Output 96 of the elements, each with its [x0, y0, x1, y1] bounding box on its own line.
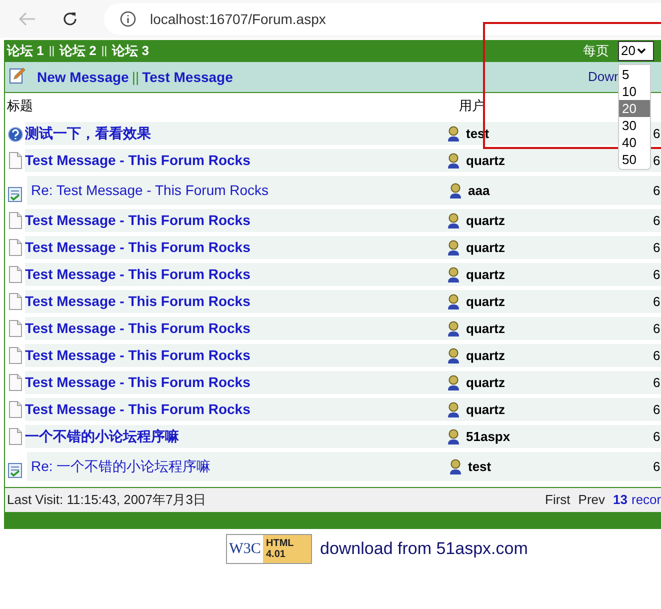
option-item[interactable]: 40: [619, 134, 650, 151]
download-text: download from 51aspx.com: [320, 538, 528, 560]
message-title[interactable]: Test Message - This Forum Rocks: [25, 264, 447, 285]
user-name: aaa: [468, 182, 491, 200]
user-icon: [447, 152, 460, 168]
message-title[interactable]: Test Message - This Forum Rocks: [25, 237, 447, 258]
message-title[interactable]: Test Message - This Forum Rocks: [25, 318, 447, 339]
option-item[interactable]: 30: [619, 117, 650, 134]
per-page-label: 每页: [583, 42, 609, 60]
user-icon: [449, 182, 462, 198]
user-name: quartz: [466, 400, 506, 419]
message-title[interactable]: Test Message - This Forum Rocks: [25, 150, 447, 171]
badge-text: 4.01: [266, 549, 286, 560]
user-icon: [447, 320, 460, 336]
document-icon: [8, 401, 22, 418]
user-icon: [447, 126, 460, 142]
column-header: 标题: [7, 96, 34, 115]
table-cell-text: 6: [653, 266, 660, 284]
user-name: 51aspx: [466, 428, 512, 446]
document-icon: [8, 212, 22, 229]
document-icon: [8, 428, 22, 445]
toolbar-link[interactable]: Test Message: [142, 66, 233, 88]
help-icon: [8, 127, 22, 142]
record-count: 13: [613, 491, 628, 510]
message-title[interactable]: Test Message - This Forum Rocks: [25, 372, 447, 393]
table-cell-text: 6: [653, 152, 660, 170]
user-icon: [447, 402, 460, 418]
table-cell-text: 6: [653, 400, 660, 419]
user-icon: [447, 212, 460, 228]
url-text: localhost:16707/Forum.aspx: [150, 10, 326, 29]
reload-icon[interactable]: [62, 11, 78, 27]
toolbar-link[interactable]: New Message: [37, 66, 129, 88]
checklist-icon: [8, 463, 22, 478]
forum-link[interactable]: 论坛 2: [60, 41, 96, 61]
separator-text: ||: [132, 68, 140, 87]
document-icon: [8, 374, 22, 391]
message-title[interactable]: Test Message - This Forum Rocks: [25, 345, 447, 366]
table-cell-text: 6: [653, 182, 660, 200]
user-icon: [449, 458, 462, 474]
table-cell-text: 6: [653, 212, 660, 230]
per-page-select[interactable]: 20: [618, 41, 654, 61]
user-name: quartz: [466, 238, 506, 257]
document-icon: [8, 293, 22, 310]
document-icon: [8, 239, 22, 256]
user-name: quartz: [466, 320, 506, 338]
w3c-logo-text: W3C: [228, 540, 262, 559]
forum-link[interactable]: 论坛 3: [112, 41, 149, 61]
option-item[interactable]: 10: [619, 83, 650, 100]
pager-link[interactable]: First: [545, 490, 570, 510]
document-icon: [8, 152, 22, 169]
option-item[interactable]: 20: [619, 100, 650, 117]
edit-note-icon: [9, 66, 27, 84]
message-title[interactable]: Test Message - This Forum Rocks: [25, 210, 447, 231]
user-name: quartz: [466, 212, 506, 230]
message-title[interactable]: 测试一下，看看效果: [25, 123, 447, 144]
last-visit-text: Last Visit: 11:15:43, 2007年7月3日: [7, 491, 207, 510]
user-name: test: [468, 458, 492, 476]
user-name: quartz: [466, 374, 506, 392]
user-name: quartz: [466, 292, 506, 311]
user-icon: [447, 348, 460, 364]
message-title[interactable]: Test Message - This Forum Rocks: [25, 291, 447, 312]
user-icon: [447, 266, 460, 282]
table-cell-text: 6: [653, 428, 660, 446]
pager-link[interactable]: Prev: [578, 490, 606, 510]
message-title[interactable]: Re: 一个不错的小论坛程序嘛: [27, 456, 449, 477]
message-title[interactable]: Re: Test Message - This Forum Rocks: [27, 180, 449, 201]
option-item[interactable]: 50: [619, 151, 650, 168]
forum-link[interactable]: 论坛 1: [7, 41, 44, 61]
document-icon: [8, 320, 22, 337]
record-label: recor: [631, 491, 661, 510]
user-icon: [447, 428, 460, 444]
address-bar[interactable]: localhost:16707/Forum.aspx: [104, 3, 661, 35]
user-icon: [447, 374, 460, 390]
table-cell-text: 6: [653, 292, 660, 311]
document-icon: [8, 266, 22, 283]
caret-icon: [637, 48, 646, 54]
table-cell-text: 6: [653, 320, 660, 338]
message-title[interactable]: 一个不错的小论坛程序嘛: [25, 426, 447, 447]
message-title[interactable]: Test Message - This Forum Rocks: [25, 399, 447, 420]
info-icon: [120, 11, 136, 27]
badge-text: HTML: [266, 538, 295, 549]
user-name: quartz: [466, 152, 506, 170]
user-icon: [447, 294, 460, 310]
separator-text: ||: [48, 44, 55, 59]
separator-text: ||: [101, 44, 108, 59]
table-cell-text: 6: [653, 374, 660, 392]
table-cell-text: 6: [653, 346, 660, 365]
document-icon: [8, 347, 22, 364]
user-icon: [447, 240, 460, 256]
table-cell-text: 6: [653, 124, 660, 143]
table-cell-text: 6: [653, 458, 660, 476]
user-name: quartz: [466, 346, 506, 365]
option-item[interactable]: 5: [619, 66, 650, 83]
table-cell-text: 6: [653, 238, 660, 257]
checklist-icon: [8, 187, 22, 202]
user-name: quartz: [466, 266, 506, 284]
